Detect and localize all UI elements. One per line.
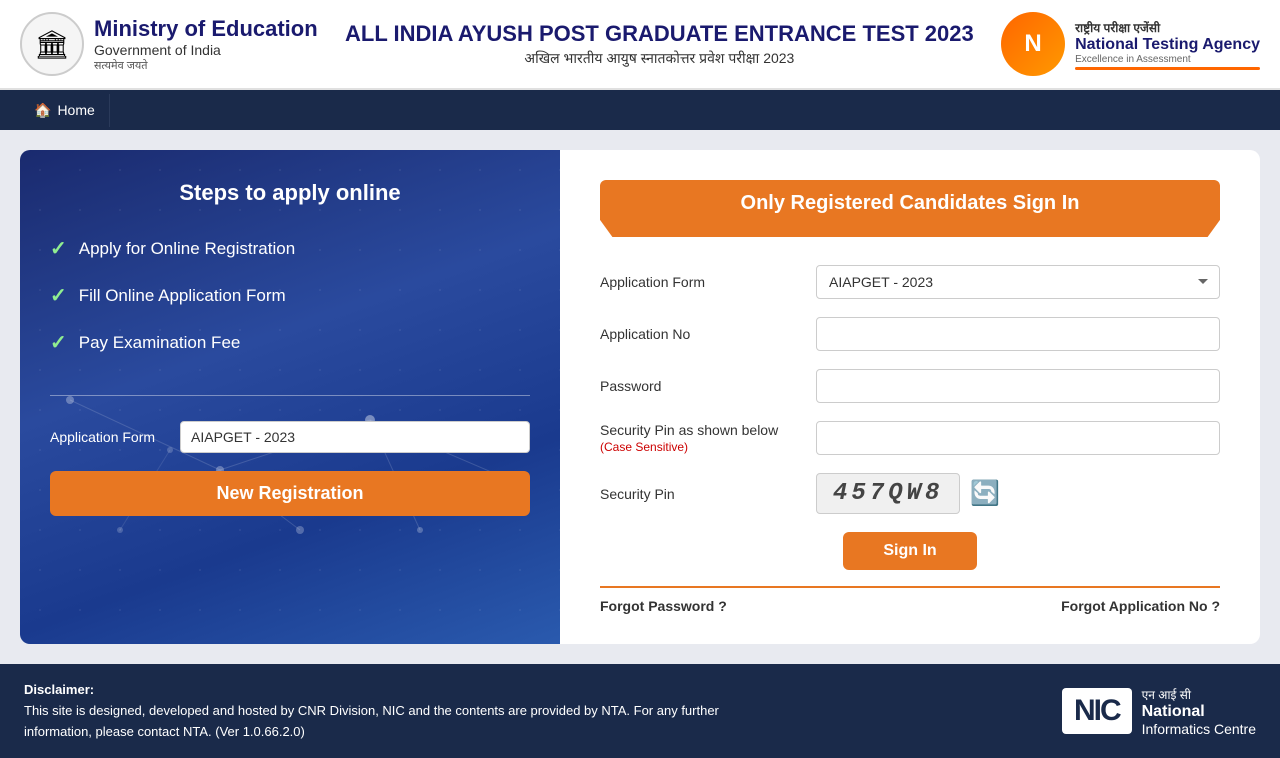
captcha-refresh-button[interactable]: 🔄 [970,479,1000,508]
application-no-label: Application No [600,326,800,342]
exam-title: ALL INDIA AYUSH POST GRADUATE ENTRANCE T… [318,20,1001,49]
ministry-name: Ministry of Education [94,16,318,42]
footer-disclaimer: Disclaimer: This site is designed, devel… [24,680,774,742]
bottom-divider [600,586,1220,588]
security-pin-input-row: Security Pin as shown below (Case Sensit… [600,421,1220,455]
step-2-label: Fill Online Application Form [79,286,286,306]
nta-text: राष्ट्रीय परीक्षा एजेंसी National Testin… [1075,19,1260,70]
nta-logo: N [1001,12,1065,76]
security-pin-field-label: Security Pin [600,486,800,502]
application-form-row: Application Form AIAPGET - 2023 [600,265,1220,299]
refresh-icon: 🔄 [970,480,1000,507]
application-no-row: Application No [600,317,1220,351]
captcha-display: 457QW8 [816,473,960,514]
steps-divider [50,395,530,396]
left-application-form-select[interactable]: AIAPGET - 2023 [180,421,530,453]
forgot-links-row: Forgot Password ? Forgot Application No … [600,598,1220,614]
captcha-area: 457QW8 🔄 [816,473,1000,514]
home-icon: 🏠 [34,102,51,119]
ministry-logo: 🏛 [20,12,84,76]
nta-hindi: राष्ट्रीय परीक्षा एजेंसी [1075,19,1260,36]
main-content: Steps to apply online ✓ Apply for Online… [0,130,1280,664]
sign-in-button[interactable]: Sign In [843,532,976,570]
left-app-form-label: Application Form [50,429,170,445]
exam-hindi: अखिल भारतीय आयुष स्नातकोत्तर प्रवेश परीक… [318,49,1001,68]
sign-in-header: Only Registered Candidates Sign In [600,180,1220,237]
password-row: Password [600,369,1220,403]
steps-title: Steps to apply online [50,180,530,206]
navbar: 🏠 Home [0,90,1280,130]
new-registration-button[interactable]: New Registration [50,471,530,516]
exam-title-section: ALL INDIA AYUSH POST GRADUATE ENTRANCE T… [318,20,1001,68]
nta-branding: N राष्ट्रीय परीक्षा एजेंसी National Test… [1001,12,1260,76]
password-label: Password [600,378,800,394]
left-panel: Steps to apply online ✓ Apply for Online… [20,150,560,644]
steps-list: ✓ Apply for Online Registration ✓ Fill O… [50,236,530,355]
check-icon-2: ✓ [50,283,67,308]
password-input[interactable] [816,369,1220,403]
home-nav-link[interactable]: 🏠 Home [20,94,110,127]
ministry-text: Ministry of Education Government of Indi… [94,16,318,73]
check-icon-1: ✓ [50,236,67,261]
step-1: ✓ Apply for Online Registration [50,236,530,261]
step-3: ✓ Pay Examination Fee [50,330,530,355]
forgot-password-link[interactable]: Forgot Password ? [600,598,727,614]
page-header: 🏛 Ministry of Education Government of In… [0,0,1280,90]
application-form-select[interactable]: AIAPGET - 2023 [816,265,1220,299]
nic-box: NIC [1062,688,1132,734]
check-icon-3: ✓ [50,330,67,355]
disclaimer-text: This site is designed, developed and hos… [24,703,719,739]
security-pin-label: Security Pin as shown below (Case Sensit… [600,422,800,454]
gov-hindi: सत्यमेव जयते [94,58,318,73]
step-1-label: Apply for Online Registration [79,239,295,259]
footer: Disclaimer: This site is designed, devel… [0,664,1280,758]
gov-name: Government of India [94,42,318,58]
nic-hindi: एन आई सी [1142,686,1256,703]
nic-full: National [1142,703,1256,721]
home-label: Home [57,102,94,118]
step-2: ✓ Fill Online Application Form [50,283,530,308]
nta-full-name: National Testing Agency [1075,36,1260,54]
application-no-input[interactable] [816,317,1220,351]
left-application-form-row: Application Form AIAPGET - 2023 [50,421,530,453]
right-panel: Only Registered Candidates Sign In Appli… [560,150,1260,644]
security-pin-captcha-row: Security Pin 457QW8 🔄 [600,473,1220,514]
nic-centre: Informatics Centre [1142,721,1256,737]
nta-tagline: Excellence in Assessment [1075,54,1260,65]
disclaimer-title: Disclaimer: [24,682,94,697]
nic-text: एन आई सी National Informatics Centre [1142,686,1256,737]
application-form-label: Application Form [600,274,800,290]
step-3-label: Pay Examination Fee [79,333,241,353]
left-form-section: Application Form AIAPGET - 2023 New Regi… [50,421,530,516]
ministry-branding: 🏛 Ministry of Education Government of In… [20,12,318,76]
nta-underline [1075,67,1260,70]
nic-logo: NIC एन आई सी National Informatics Centre [1062,686,1256,737]
security-pin-input[interactable] [816,421,1220,455]
case-sensitive-note: (Case Sensitive) [600,440,688,454]
forgot-application-no-link[interactable]: Forgot Application No ? [1061,598,1220,614]
